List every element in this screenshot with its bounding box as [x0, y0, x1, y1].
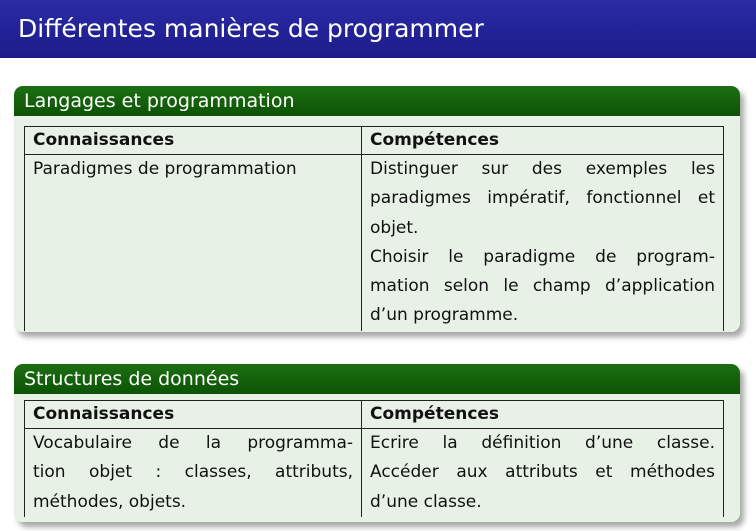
block-title: Langages et programmation — [14, 86, 740, 116]
knowledge-cell: Paradigmes de programmation — [24, 154, 362, 331]
slide-title: Différentes manières de programmer — [0, 0, 756, 58]
skills-cell: Distinguer sur des exemples les paradigm… — [361, 154, 724, 331]
skill-line: Choisir le paradigme de program- — [370, 246, 715, 267]
table-row: Vocabulaire de la programma- tion objet … — [24, 428, 724, 517]
block-structures-donnees: Structures de données Connaissances Comp… — [14, 364, 740, 522]
block-title: Structures de données — [14, 364, 740, 394]
table-header-row: Connaissances Compétences — [24, 126, 724, 155]
competences-table: Connaissances Compétences Paradigmes de … — [24, 126, 724, 331]
header-competences: Compétences — [361, 400, 724, 429]
header-competences: Compétences — [361, 126, 724, 155]
skill-line: objet. — [370, 217, 419, 238]
block-langages-programmation: Langages et programmation Connaissances … — [14, 86, 740, 332]
table-row: Paradigmes de programmation Distinguer s… — [24, 154, 724, 331]
knowledge-line: Paradigmes de programmation — [33, 159, 297, 179]
table-header-row: Connaissances Compétences — [24, 400, 724, 429]
skill-line: Accéder aux attributs et méthodes — [370, 462, 715, 483]
skills-cell: Ecrire la définition d’une classe. Accéd… — [361, 428, 724, 517]
competences-table: Connaissances Compétences Vocabulaire de… — [24, 400, 724, 517]
knowledge-line: Vocabulaire de la programma- — [33, 433, 353, 453]
block-body: Connaissances Compétences Paradigmes de … — [14, 116, 740, 332]
knowledge-cell: Vocabulaire de la programma- tion objet … — [24, 428, 362, 517]
skill-line: paradigmes impératif, fonctionnel et — [370, 188, 715, 209]
skill-line: Ecrire la définition d’une classe. — [370, 433, 715, 453]
knowledge-line: méthodes, objets. — [33, 491, 187, 512]
skill-line: d’une classe. — [370, 491, 482, 512]
block-body: Connaissances Compétences Vocabulaire de… — [14, 394, 740, 522]
header-connaissances: Connaissances — [24, 400, 362, 429]
skill-line: mation selon le champ d’application — [370, 276, 715, 297]
skill-line: d’un programme. — [370, 305, 519, 326]
knowledge-line: tion objet : classes, attributs, — [33, 462, 353, 483]
skill-line: Distinguer sur des exemples les — [370, 159, 715, 179]
header-connaissances: Connaissances — [24, 126, 362, 155]
